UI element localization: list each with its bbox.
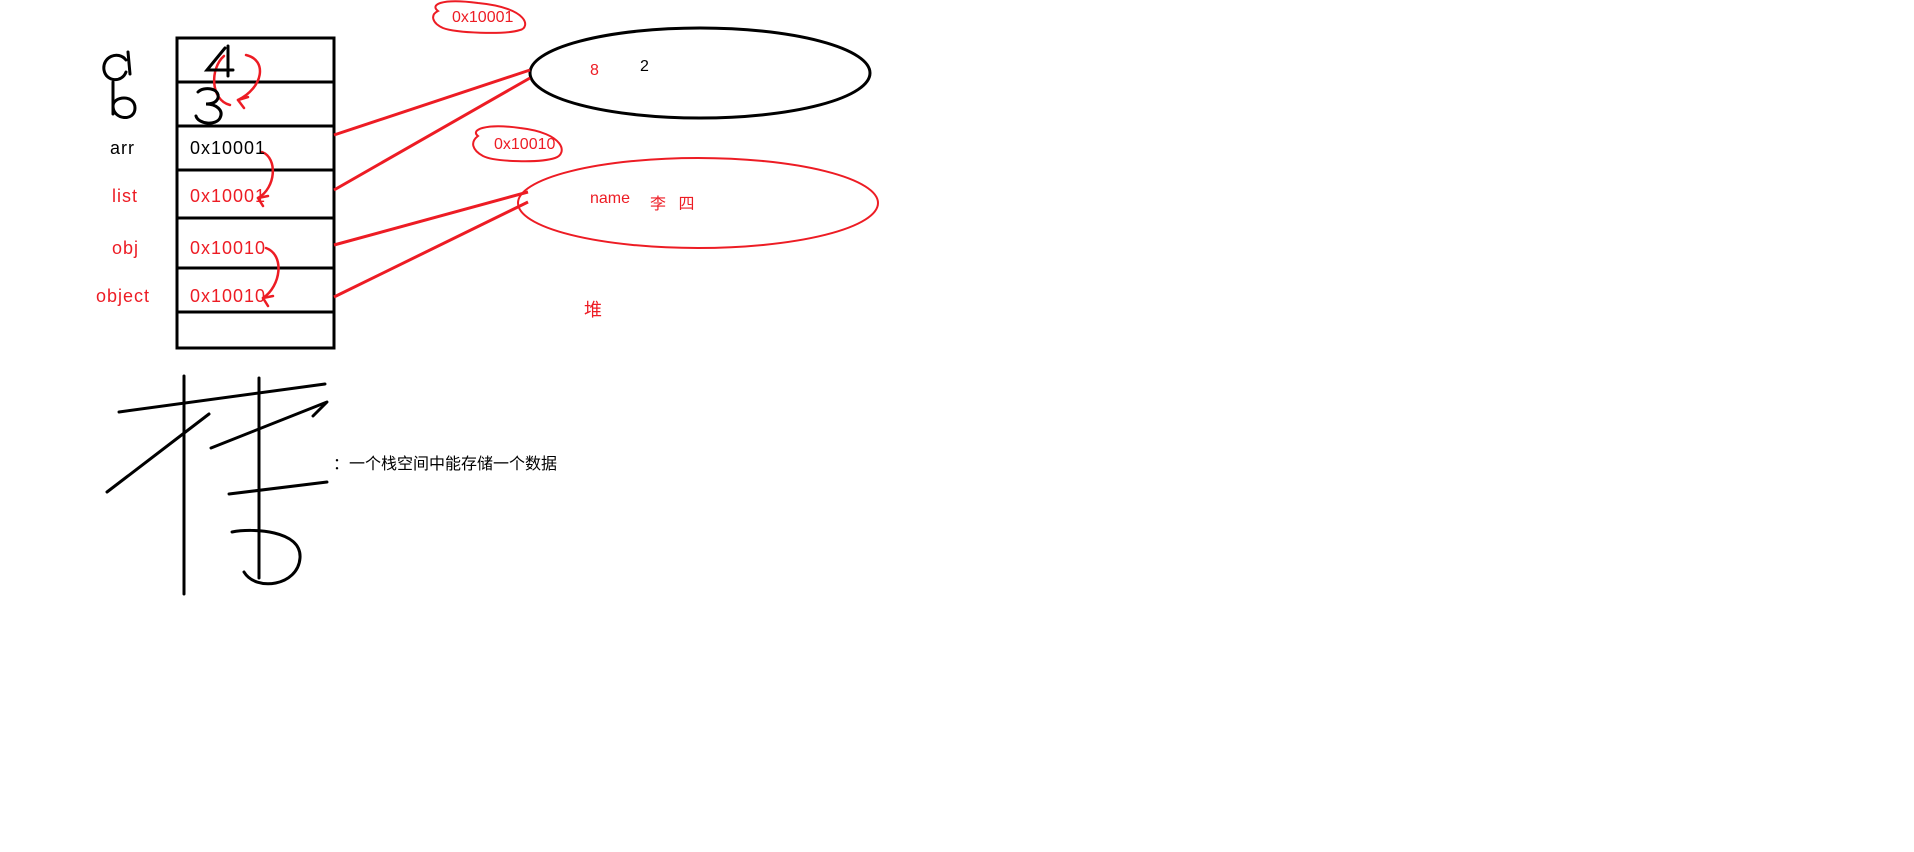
heap1-v1: 8	[590, 62, 599, 80]
heap-addr-2: 0x10010	[494, 136, 555, 154]
stack-label-list: list	[112, 186, 138, 207]
heap2-val: 李 四	[650, 190, 698, 214]
stack-cell-arr: 0x10001	[190, 138, 266, 159]
heap1-v2: 2	[640, 58, 649, 76]
heap2-key: name	[590, 190, 630, 208]
stack-cell-list: 0x10001	[190, 186, 266, 207]
heap-label: 堆	[584, 296, 603, 322]
heap-addr-1: 0x10001	[452, 9, 513, 27]
footer-note: ：一个栈空间中能存储一个数据	[333, 450, 557, 474]
diagram-canvas	[0, 0, 1914, 852]
stack-label-arr: arr	[110, 138, 135, 159]
stack-label-object: object	[96, 286, 150, 307]
stack-label-obj: obj	[112, 238, 139, 259]
stack-cell-object: 0x10010	[190, 286, 266, 307]
stack-cell-obj: 0x10010	[190, 238, 266, 259]
